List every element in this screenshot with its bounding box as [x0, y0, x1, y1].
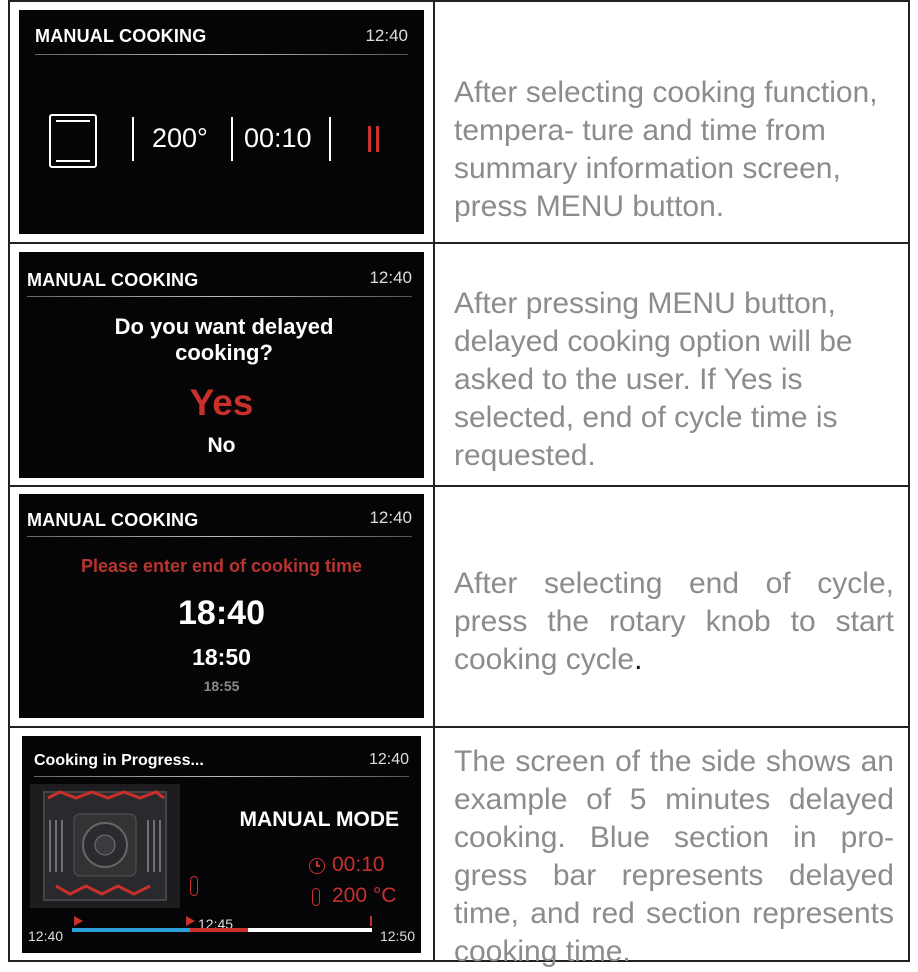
progress-bar [72, 928, 372, 932]
screen-clock: 12:40 [368, 751, 409, 768]
screen-clock: 12:40 [365, 26, 408, 45]
oven-screen-summary: MANUAL COOKING 12:40 200° 00:10 [19, 10, 424, 234]
option-no[interactable]: No [19, 434, 424, 458]
time-option[interactable]: 18:50 [19, 644, 424, 671]
row-divider [8, 485, 910, 487]
progress-cook-marker [186, 916, 195, 926]
temperature-value[interactable]: 200° [152, 123, 208, 154]
screen-title: MANUAL COOKING [27, 510, 199, 530]
screen-title: MANUAL COOKING [27, 270, 199, 290]
thermometer-icon [312, 888, 320, 906]
screen-divider [35, 54, 408, 55]
screen-title: Cooking in Progress... [34, 752, 204, 769]
temperature-value: 200 °C [332, 884, 397, 907]
oven-screen-delay-question: MANUAL COOKING 12:40 Do you want delayed… [19, 252, 424, 478]
step-description: The screen of the side shows an example … [454, 745, 894, 969]
oven-screen-end-time: MANUAL COOKING 12:40 Please enter end of… [19, 494, 424, 718]
screen-clock: 12:40 [369, 508, 412, 527]
table-border-left [8, 0, 10, 962]
step-description-text: After selecting end of cycle, press the … [454, 567, 894, 677]
oven-cavity-image [30, 784, 180, 908]
separator [231, 117, 233, 161]
clock-icon [309, 858, 325, 874]
mode-label: MANUAL MODE [239, 808, 399, 831]
screen-divider [34, 776, 409, 777]
step-description: After selecting end of cycle, press the … [454, 565, 894, 679]
screen-divider [27, 296, 412, 297]
screen-title: MANUAL COOKING [35, 26, 207, 46]
thermometer-icon [190, 876, 198, 896]
delay-question: Do you want delayed cooking? [114, 314, 334, 366]
row-divider [8, 726, 910, 728]
progress-delay-segment [72, 928, 190, 932]
step-description: After pressing MENU button, delayed cook… [454, 287, 853, 473]
time-option-selected[interactable]: 18:40 [19, 594, 424, 633]
row-divider [8, 242, 910, 244]
separator [329, 117, 331, 161]
step-description-period: . [634, 643, 643, 677]
duration-value[interactable]: 00:10 [244, 123, 312, 154]
screen-clock: 12:40 [369, 268, 412, 287]
progress-end-time: 12:50 [379, 928, 415, 944]
oven-screen-cooking-progress: Cooking in Progress... 12:40 MANUAL MODE… [22, 736, 421, 953]
table-border-top [8, 0, 910, 2]
separator [132, 117, 134, 161]
end-time-prompt: Please enter end of cooking time [80, 556, 363, 576]
pause-icon[interactable] [368, 126, 380, 152]
duration-value: 00:10 [332, 853, 385, 876]
progress-cooking-segment [190, 928, 248, 932]
time-option[interactable]: 18:55 [19, 678, 424, 694]
table-border-right [908, 0, 910, 962]
instruction-table: MANUAL COOKING 12:40 200° 00:10 After se… [8, 0, 910, 968]
progress-start-time: 12:40 [28, 928, 64, 944]
screen-divider [27, 536, 412, 537]
oven-function-icon[interactable] [49, 114, 97, 168]
progress-end-marker [370, 916, 372, 926]
option-yes[interactable]: Yes [19, 382, 424, 424]
progress-start-marker [74, 916, 83, 926]
column-divider [433, 0, 435, 962]
step-description: After selecting cooking function, temper… [454, 76, 878, 224]
